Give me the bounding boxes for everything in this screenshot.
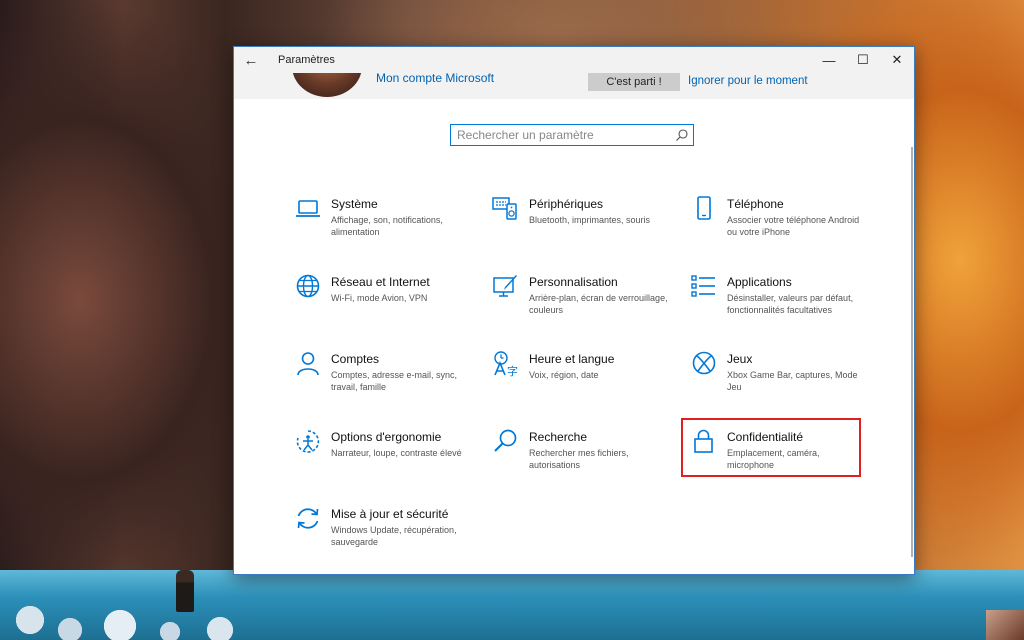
tile-label: Personnalisation [529, 275, 618, 289]
search-box[interactable] [450, 124, 694, 146]
lock-icon [690, 428, 718, 456]
tile-label: Système [331, 197, 378, 211]
tile-description: Xbox Game Bar, captures, Mode Jeu [727, 370, 858, 392]
tile-label: Téléphone [727, 197, 784, 211]
tile-description: Narrateur, loupe, contraste élevé [331, 448, 462, 458]
maximize-button[interactable]: ☐ [846, 47, 880, 73]
back-button[interactable]: ← [234, 47, 268, 73]
scrollbar[interactable] [911, 147, 913, 557]
window-title: Paramètres [278, 54, 335, 66]
tile-peripheriques[interactable]: Périphériques Bluetooth, imprimantes, so… [492, 195, 672, 255]
magnifier-icon [492, 428, 520, 456]
tile-description: Associer votre téléphone Android ou votr… [727, 215, 860, 237]
svg-text:字: 字 [507, 364, 518, 378]
tile-label: Heure et langue [529, 352, 615, 366]
tile-description: Voix, région, date [529, 370, 599, 380]
tile-description: Rechercher mes fichiers, autorisations [529, 448, 629, 470]
laptop-icon [294, 195, 322, 223]
minimize-button[interactable]: — [812, 47, 846, 73]
tile-options-ergonomie[interactable]: Options d'ergonomie Narrateur, loupe, co… [294, 428, 474, 488]
ignore-link[interactable]: Ignorer pour le moment [688, 75, 808, 87]
settings-window: ← Paramètres — ☐ ✕ Mon compte Microsoft … [233, 46, 915, 575]
tile-description: Wi-Fi, mode Avion, VPN [331, 293, 428, 303]
paint-icon [492, 273, 520, 301]
tile-description: Comptes, adresse e-mail, sync, travail, … [331, 370, 458, 392]
tile-jeux[interactable]: Jeux Xbox Game Bar, captures, Mode Jeu [690, 350, 870, 410]
start-button[interactable]: C'est parti ! [588, 73, 680, 91]
title-bar: ← Paramètres — ☐ ✕ [234, 47, 914, 73]
xbox-icon [690, 350, 718, 378]
time-language-icon: 字 [492, 350, 520, 378]
microsoft-account-link[interactable]: Mon compte Microsoft [376, 73, 494, 85]
window-controls: — ☐ ✕ [812, 47, 914, 73]
phone-icon [690, 195, 718, 223]
ease-of-access-icon [294, 428, 322, 456]
account-banner: Mon compte Microsoft C'est parti ! Ignor… [234, 73, 914, 99]
tile-description: Arrière-plan, écran de verrouillage, cou… [529, 293, 668, 315]
tile-confidentialite[interactable]: Confidentialité Emplacement, caméra, mic… [690, 428, 870, 488]
update-icon [294, 505, 322, 533]
tile-description: Bluetooth, imprimantes, souris [529, 215, 651, 225]
tile-label: Recherche [529, 430, 588, 444]
tile-label: Applications [727, 275, 792, 289]
person-icon [294, 350, 322, 378]
tile-heure-langue[interactable]: 字 Heure et langue Voix, région, date [492, 350, 672, 410]
tile-label: Réseau et Internet [331, 275, 430, 289]
globe-icon [294, 273, 322, 301]
close-button[interactable]: ✕ [880, 47, 914, 73]
apps-list-icon [690, 273, 718, 301]
tile-recherche[interactable]: Recherche Rechercher mes fichiers, autor… [492, 428, 672, 488]
search-input[interactable] [457, 126, 667, 144]
tile-description: Affichage, son, notifications, alimentat… [331, 215, 443, 237]
tile-label: Options d'ergonomie [331, 430, 442, 444]
tile-label: Jeux [727, 352, 753, 366]
tile-description: Désinstaller, valeurs par défaut, foncti… [727, 293, 854, 315]
tile-label: Mise à jour et sécurité [331, 507, 449, 521]
tile-applications[interactable]: Applications Désinstaller, valeurs par d… [690, 273, 870, 333]
tile-label: Comptes [331, 352, 380, 366]
search-icon[interactable] [675, 128, 689, 142]
avatar [292, 73, 362, 97]
wallpaper-rocks [0, 580, 300, 640]
tile-reseau-internet[interactable]: Réseau et Internet Wi-Fi, mode Avion, VP… [294, 273, 474, 333]
wallpaper-hiker [176, 570, 194, 612]
tile-telephone[interactable]: Téléphone Associer votre téléphone Andro… [690, 195, 870, 255]
tile-description: Windows Update, récupération, sauvegarde [331, 525, 457, 547]
tile-comptes[interactable]: Comptes Comptes, adresse e-mail, sync, t… [294, 350, 474, 410]
tile-label: Périphériques [529, 197, 604, 211]
tile-description: Emplacement, caméra, microphone [727, 448, 820, 470]
tile-label: Confidentialité [727, 430, 804, 444]
keyboard-speaker-icon [492, 195, 520, 223]
tile-mise-a-jour-securite[interactable]: Mise à jour et sécurité Windows Update, … [294, 505, 474, 565]
tile-personnalisation[interactable]: Personnalisation Arrière-plan, écran de … [492, 273, 672, 333]
taskbar-corner-thumbnail [986, 610, 1024, 640]
tile-systeme[interactable]: Système Affichage, son, notifications, a… [294, 195, 474, 255]
